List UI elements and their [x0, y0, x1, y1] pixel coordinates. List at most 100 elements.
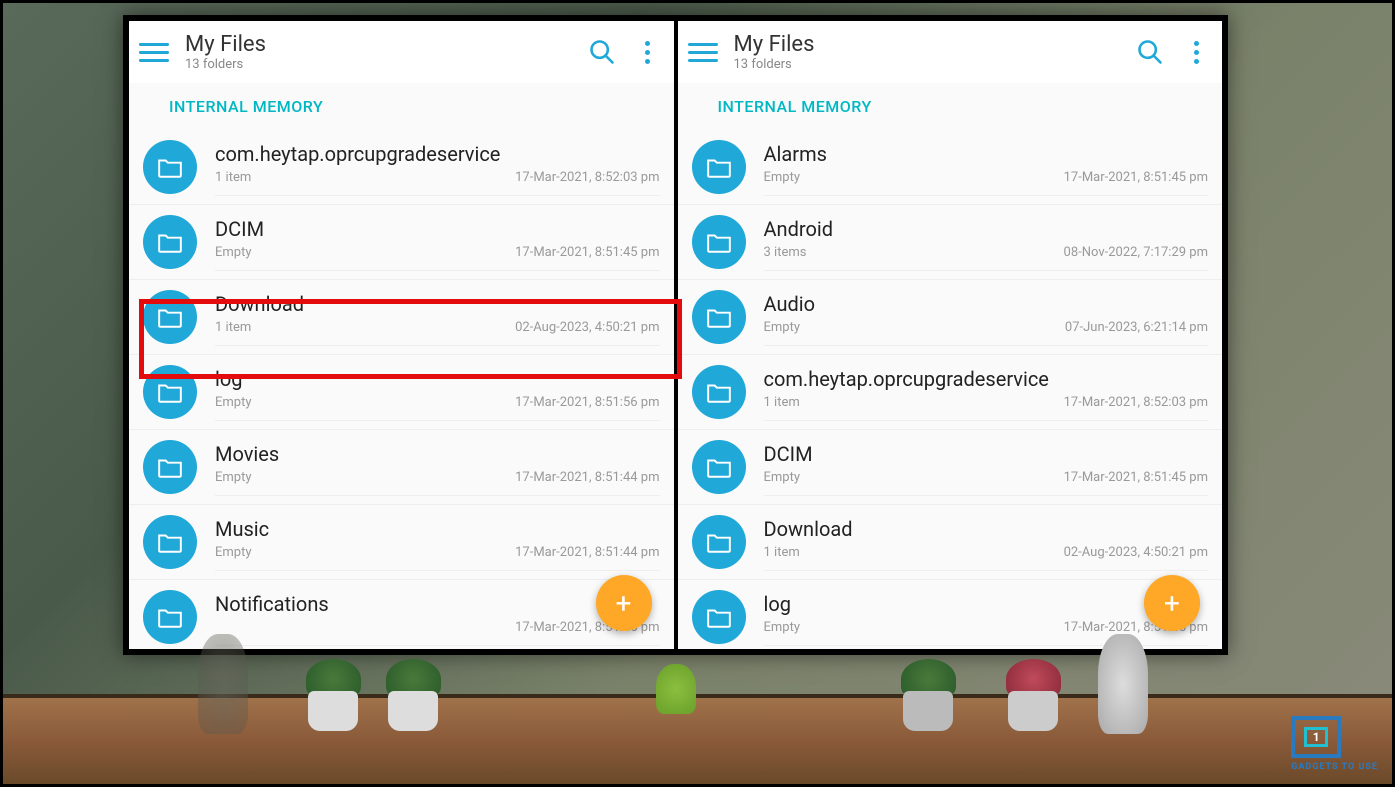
folder-row[interactable]: DCIM Empty 17-Mar-2021, 8:51:45 pm [129, 205, 674, 280]
modified-date: 17-Mar-2021, 8:51:45 pm [515, 245, 659, 260]
item-count: 1 item [764, 545, 800, 560]
android-figurine [653, 664, 698, 734]
file-info: DCIM Empty 17-Mar-2021, 8:51:45 pm [215, 217, 660, 271]
add-fab-button[interactable]: + [1144, 575, 1200, 631]
plant [383, 659, 443, 729]
folder-icon [143, 215, 197, 269]
folder-name: Download [764, 517, 1209, 541]
folder-icon [692, 215, 746, 269]
folder-row[interactable]: MusicEmpty17-Mar-2021, 8:51:44 pm [129, 505, 674, 580]
folder-count: 13 folders [734, 57, 1129, 72]
folder-name: Android [764, 217, 1209, 241]
hamburger-menu-icon[interactable] [688, 37, 718, 67]
file-list: com.heytap.oprcupgradeservice 1 item 17-Ma… [129, 130, 674, 649]
search-icon[interactable] [1136, 38, 1164, 66]
folder-row[interactable]: AudioEmpty07-Jun-2023, 6:21:14 pm [678, 280, 1223, 355]
title-block: My Files 13 folders [734, 32, 1129, 72]
folder-icon [143, 515, 197, 569]
item-count: 1 item [215, 170, 251, 185]
item-count: Empty [215, 545, 252, 560]
file-info: com.heytap.oprcupgradeservice1 item17-Ma… [764, 367, 1209, 421]
modified-date: 17-Mar-2021, 8:51:44 pm [515, 545, 659, 560]
folder-icon [143, 365, 197, 419]
modified-date: 17-Mar-2021, 8:52:03 pm [515, 170, 659, 185]
item-count: Empty [764, 170, 801, 185]
file-info: Android 3 items 08-Nov-2022, 7:17:29 pm [764, 217, 1209, 271]
folder-name: Notifications [215, 592, 660, 616]
figurine [198, 634, 248, 734]
file-list: Alarms Empty 17-Mar-2021, 8:51:45 pm Androi… [678, 130, 1223, 649]
plant [1003, 659, 1063, 729]
folder-row[interactable]: Android 3 items 08-Nov-2022, 7:17:29 pm [678, 205, 1223, 280]
folder-row[interactable]: Download1 item02-Aug-2023, 4:50:21 pm [129, 280, 674, 355]
modified-date: 17-Mar-2021, 8:51:45 pm [1064, 170, 1208, 185]
folder-name: DCIM [215, 217, 660, 241]
hamburger-menu-icon[interactable] [139, 37, 169, 67]
folder-icon [692, 515, 746, 569]
app-title: My Files [734, 32, 1129, 57]
file-info: Movies Empty 17-Mar-2021, 8:51:44 pm [215, 442, 660, 496]
item-count: Empty [215, 470, 252, 485]
folder-icon [143, 590, 197, 644]
modified-date: 02-Aug-2023, 4:50:21 pm [515, 320, 659, 335]
folder-name: log [215, 367, 660, 391]
section-header: INTERNAL MEMORY [678, 83, 1223, 130]
folder-row[interactable]: DCIMEmpty17-Mar-2021, 8:51:45 pm [678, 430, 1223, 505]
folder-icon [692, 290, 746, 344]
item-count: Empty [764, 320, 801, 335]
watermark-logo: 1 GADGETS TO USE [1291, 716, 1378, 772]
folder-row[interactable]: Download 1 item 02-Aug-2023, 4:50:21 pm [678, 505, 1223, 580]
figurine [1098, 634, 1148, 734]
item-count: 3 items [764, 245, 807, 260]
folder-name: com.heytap.oprcupgradeservice [764, 367, 1209, 391]
file-info: MusicEmpty17-Mar-2021, 8:51:44 pm [215, 517, 660, 571]
folder-row[interactable]: com.heytap.oprcupgradeservice 1 item 17-Ma… [129, 130, 674, 205]
file-info: DCIMEmpty17-Mar-2021, 8:51:45 pm [764, 442, 1209, 496]
file-info: com.heytap.oprcupgradeservice 1 item 17-Ma… [215, 142, 660, 196]
modified-date: 17-Mar-2021, 8:51:56 pm [515, 395, 659, 410]
folder-icon [143, 440, 197, 494]
folder-row[interactable]: Movies Empty 17-Mar-2021, 8:51:44 pm [129, 430, 674, 505]
plant [898, 659, 958, 729]
item-count: Empty [215, 245, 252, 260]
plant [303, 659, 363, 729]
file-info: log Empty 17-Mar-2021, 8:51:56 pm [215, 367, 660, 421]
folder-row[interactable]: com.heytap.oprcupgradeservice1 item17-Ma… [678, 355, 1223, 430]
folder-name: Movies [215, 442, 660, 466]
folder-icon [692, 590, 746, 644]
folder-row[interactable]: Alarms Empty 17-Mar-2021, 8:51:45 pm [678, 130, 1223, 205]
folder-count: 13 folders [185, 57, 580, 72]
file-info: AudioEmpty07-Jun-2023, 6:21:14 pm [764, 292, 1209, 346]
file-info: logEmpty17-Mar-2021, 8:51:45 pm [764, 592, 1209, 646]
more-options-icon[interactable] [1186, 41, 1206, 64]
modified-date: 17-Mar-2021, 8:51:45 pm [1064, 470, 1208, 485]
modified-date: 17-Mar-2021, 8:51:44 pm [515, 470, 659, 485]
item-count: Empty [764, 620, 801, 635]
item-count: 1 item [215, 320, 251, 335]
search-icon[interactable] [588, 38, 616, 66]
folder-row[interactable]: log Empty 17-Mar-2021, 8:51:56 pm [129, 355, 674, 430]
folder-icon [692, 440, 746, 494]
item-count: Empty [215, 395, 252, 410]
folder-name: DCIM [764, 442, 1209, 466]
modified-date: 08-Nov-2022, 7:17:29 pm [1064, 245, 1208, 260]
folder-name: Alarms [764, 142, 1209, 166]
folder-icon [692, 140, 746, 194]
more-options-icon[interactable] [638, 41, 658, 64]
folder-row[interactable]: logEmpty17-Mar-2021, 8:51:45 pm [678, 580, 1223, 649]
title-block: My Files 13 folders [185, 32, 580, 72]
folder-name: com.heytap.oprcupgradeservice [215, 142, 660, 166]
section-header: INTERNAL MEMORY [129, 83, 674, 130]
app-title: My Files [185, 32, 580, 57]
folder-name: Audio [764, 292, 1209, 316]
folder-icon [143, 140, 197, 194]
item-count: 1 item [764, 395, 800, 410]
tv-screen: My Files 13 folders INTERNAL MEMORY com.… [123, 15, 1228, 655]
add-fab-button[interactable]: + [596, 575, 652, 631]
modified-date: 02-Aug-2023, 4:50:21 pm [1064, 545, 1208, 560]
toolbar: My Files 13 folders [129, 21, 674, 83]
file-info: Download 1 item 02-Aug-2023, 4:50:21 pm [764, 517, 1209, 571]
file-manager-right: My Files 13 folders INTERNAL MEMORY Alar… [678, 21, 1223, 649]
toolbar: My Files 13 folders [678, 21, 1223, 83]
folder-name: log [764, 592, 1209, 616]
